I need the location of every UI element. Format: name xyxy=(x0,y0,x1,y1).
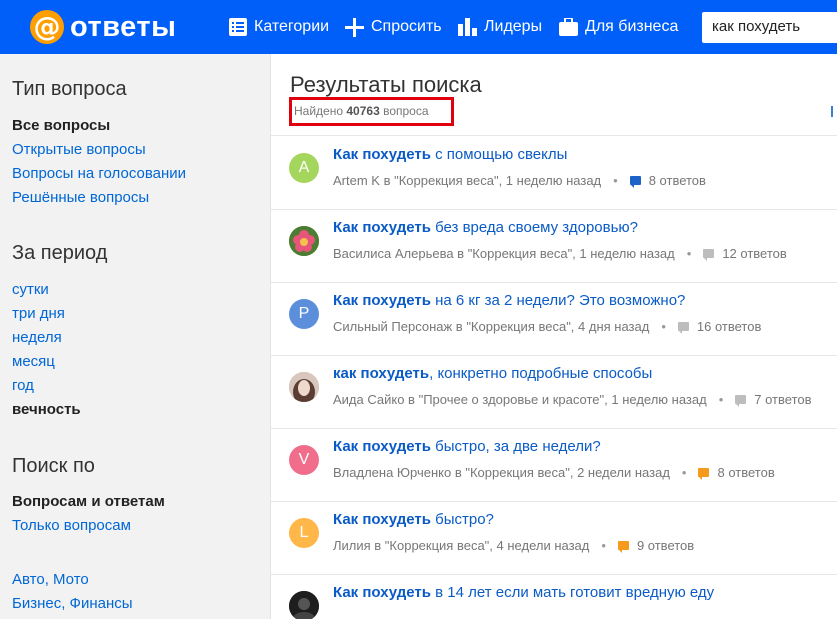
result-item[interactable]: Как похудеть без вреда своему здоровью? … xyxy=(272,209,837,282)
results-count-number: 40763 xyxy=(346,104,380,118)
period-forever[interactable]: вечность xyxy=(12,401,81,418)
nav-business[interactable]: Для бизнеса xyxy=(559,0,678,54)
filter-open-questions[interactable]: Открытые вопросы xyxy=(12,141,146,158)
filter-resolved-questions[interactable]: Решённые вопросы xyxy=(12,189,149,206)
question-type-heading: Тип вопроса xyxy=(12,78,127,100)
nav-ask-label: Спросить xyxy=(371,18,442,35)
period-heading: За период xyxy=(12,242,108,264)
result-item[interactable]: V Как похудеть быстро, за две недели? Вл… xyxy=(272,428,837,501)
avatar: A xyxy=(289,153,319,183)
author-category-time: Сильный Персонаж в "Коррекция веса", 4 д… xyxy=(333,319,650,334)
question-meta: Владлена Юрченко в "Коррекция веса", 2 н… xyxy=(333,465,775,480)
question-link[interactable]: Как похудеть быстро? xyxy=(333,511,494,528)
avatar xyxy=(289,591,319,619)
search-by-qa[interactable]: Вопросам и ответам xyxy=(12,493,165,510)
question-meta: Artem K в "Коррекция веса", 1 неделю наз… xyxy=(333,173,706,188)
comment-icon xyxy=(617,541,629,553)
avatar: L xyxy=(289,518,319,548)
answers-count[interactable]: 8 ответов xyxy=(649,173,706,188)
results-count: Найдено 40763 вопроса xyxy=(289,97,454,126)
filter-voting-questions[interactable]: Вопросы на голосовании xyxy=(12,165,186,182)
question-link[interactable]: Как похудеть без вреда своему здоровью? xyxy=(333,219,638,236)
nav-categories-label: Категории xyxy=(254,18,330,35)
filters-sidebar: Тип вопроса Все вопросы Открытые вопросы… xyxy=(0,54,271,619)
result-item[interactable]: как похудеть, конкретно подробные способ… xyxy=(272,355,837,428)
nav-leaders-label: Лидеры xyxy=(484,18,543,35)
plus-icon xyxy=(345,17,364,37)
period-day[interactable]: сутки xyxy=(12,281,49,298)
comment-icon xyxy=(703,249,715,261)
answers-count[interactable]: 7 ответов xyxy=(754,392,811,407)
comment-icon xyxy=(629,176,641,188)
question-link[interactable]: Как похудеть с помощью свеклы xyxy=(333,146,567,163)
nav-leaders[interactable]: Лидеры xyxy=(458,0,542,54)
answers-count[interactable]: 9 ответов xyxy=(637,538,694,553)
nav-business-label: Для бизнеса xyxy=(585,18,679,35)
period-year[interactable]: год xyxy=(12,377,34,394)
briefcase-icon xyxy=(559,18,578,36)
question-meta: Аида Сайко в "Прочее о здоровье и красот… xyxy=(333,392,812,407)
category-business[interactable]: Бизнес, Финансы xyxy=(12,595,133,612)
search-by-heading: Поиск по xyxy=(12,455,95,477)
result-item[interactable]: P Как похудеть на 6 кг за 2 недели? Это … xyxy=(272,282,837,355)
comment-icon xyxy=(677,322,689,334)
result-item[interactable]: A Как похудеть с помощью свеклы Artem K … xyxy=(272,136,837,209)
question-link[interactable]: как похудеть, конкретно подробные способ… xyxy=(333,365,652,382)
question-meta: Василиса Алерьева в "Коррекция веса", 1 … xyxy=(333,246,787,261)
category-auto[interactable]: Авто, Мото xyxy=(12,571,89,588)
result-item[interactable]: L Как похудеть быстро? Лилия в "Коррекци… xyxy=(272,501,837,574)
bar-chart-icon xyxy=(458,18,477,36)
search-input[interactable]: как похудеть xyxy=(702,12,837,43)
author-category-time: Лилия в "Коррекция веса", 4 недели назад xyxy=(333,538,590,553)
author-category-time: Artem K в "Коррекция веса", 1 неделю наз… xyxy=(333,173,602,188)
list-icon xyxy=(229,18,247,36)
avatar: V xyxy=(289,445,319,475)
page-title: Результаты поиска xyxy=(290,72,482,97)
author-category-time: Владлена Юрченко в "Коррекция веса", 2 н… xyxy=(333,465,670,480)
question-meta: Сильный Персонаж в "Коррекция веса", 4 д… xyxy=(333,319,762,334)
results-count-prefix: Найдено xyxy=(294,104,344,118)
search-by-questions[interactable]: Только вопросам xyxy=(12,517,131,534)
author-category-time: Аида Сайко в "Прочее о здоровье и красот… xyxy=(333,392,707,407)
question-link[interactable]: Как похудеть в 14 лет если мать готовит … xyxy=(333,584,714,601)
logo-text: ответы xyxy=(70,10,177,43)
avatar xyxy=(289,372,319,402)
comment-icon xyxy=(698,468,710,480)
filter-all-questions[interactable]: Все вопросы xyxy=(12,117,110,134)
question-meta: Лилия в "Коррекция веса", 4 недели назад… xyxy=(333,538,695,553)
answers-count[interactable]: 16 ответов xyxy=(697,319,761,334)
avatar: P xyxy=(289,299,319,329)
results-count-suffix: вопроса xyxy=(383,104,429,118)
author-category-time: Василиса Алерьева в "Коррекция веса", 1 … xyxy=(333,246,675,261)
nav-categories[interactable]: Категории xyxy=(229,0,329,54)
period-week[interactable]: неделя xyxy=(12,329,62,346)
answers-count[interactable]: 8 ответов xyxy=(717,465,774,480)
avatar xyxy=(289,226,319,256)
period-three-days[interactable]: три дня xyxy=(12,305,65,322)
user-photo-icon xyxy=(289,372,319,402)
nav-ask[interactable]: Спросить xyxy=(345,0,442,54)
result-item[interactable]: Как похудеть в 14 лет если мать готовит … xyxy=(272,574,837,619)
top-header: @ ответы Категории Спросить Лидеры Для б… xyxy=(0,0,837,54)
sort-toggle[interactable] xyxy=(831,106,833,117)
at-sign-icon: @ xyxy=(30,10,64,44)
user-photo-icon xyxy=(289,591,319,619)
question-link[interactable]: Как похудеть на 6 кг за 2 недели? Это во… xyxy=(333,292,685,309)
comment-icon xyxy=(735,395,747,407)
question-link[interactable]: Как похудеть быстро, за две недели? xyxy=(333,438,601,455)
answers-count[interactable]: 12 ответов xyxy=(722,246,786,261)
period-month[interactable]: месяц xyxy=(12,353,55,370)
otvety-logo[interactable]: @ ответы xyxy=(30,10,176,44)
flower-avatar-icon xyxy=(289,226,319,256)
